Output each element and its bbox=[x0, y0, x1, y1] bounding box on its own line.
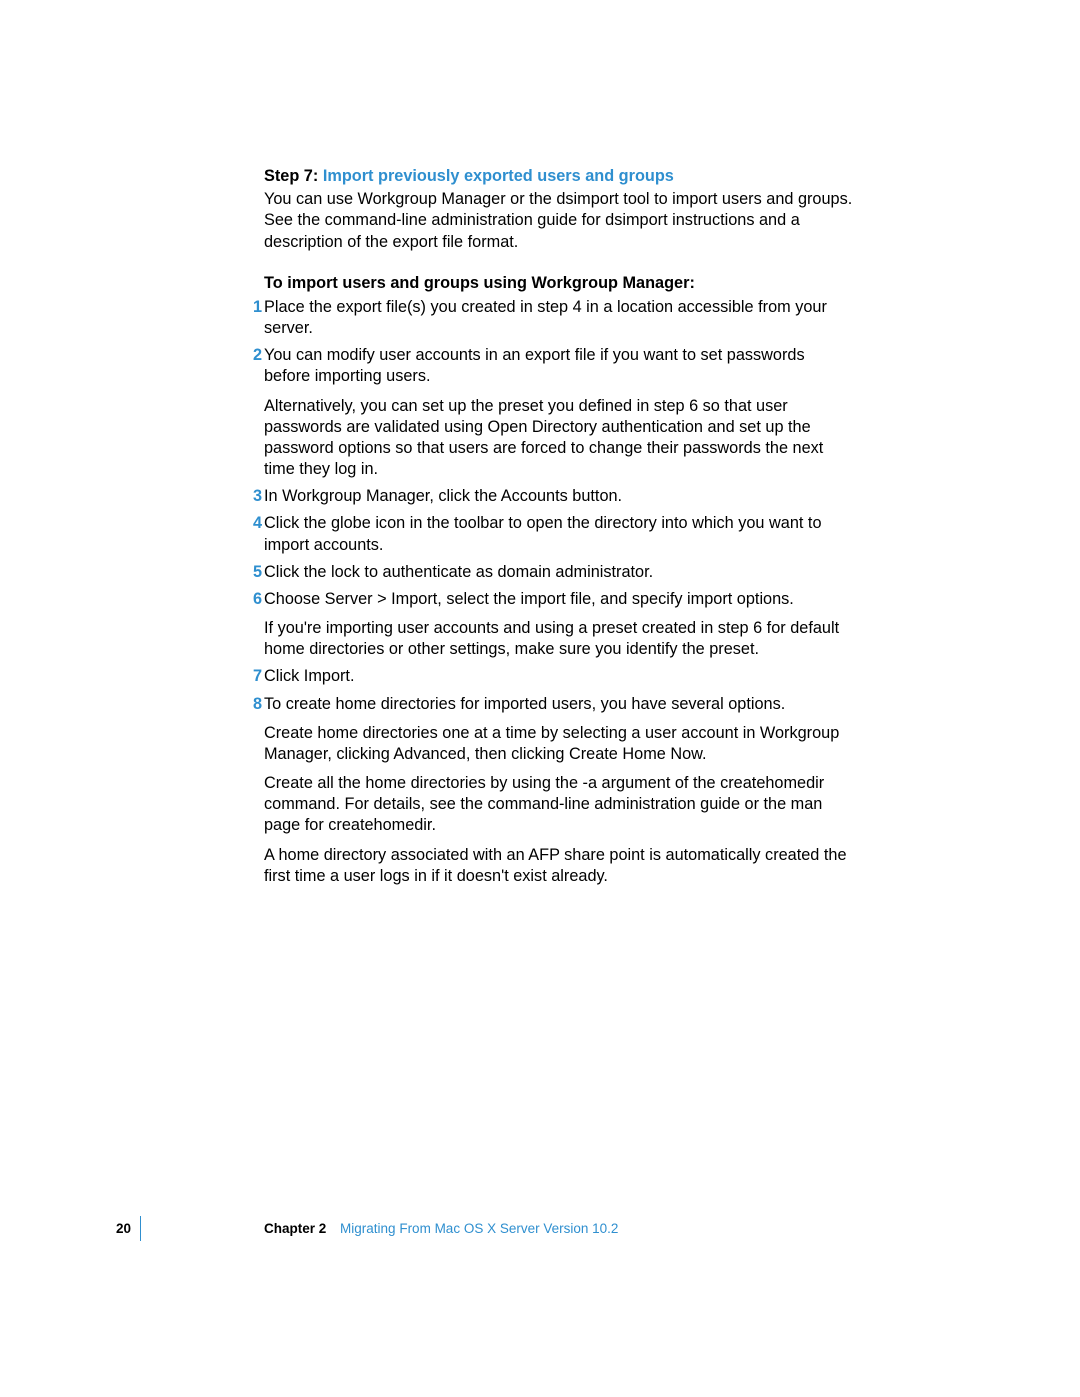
list-item-number: 7 bbox=[248, 666, 262, 687]
list-item-paragraph: To create home directories for imported … bbox=[264, 694, 854, 715]
step-label: Step 7: bbox=[264, 167, 318, 185]
list-item: 2You can modify user accounts in an expo… bbox=[264, 345, 854, 480]
list-item-paragraph: Create all the home directories by using… bbox=[264, 773, 854, 837]
numbered-list: 1Place the export file(s) you created in… bbox=[264, 297, 854, 887]
list-item-paragraph: Alternatively, you can set up the preset… bbox=[264, 396, 854, 481]
list-item-text: Click Import. bbox=[264, 666, 854, 687]
page-number: 20 bbox=[116, 1221, 131, 1236]
list-item-paragraph: Create home directories one at a time by… bbox=[264, 723, 854, 765]
list-item: 1Place the export file(s) you created in… bbox=[264, 297, 854, 339]
list-item: 7Click Import. bbox=[264, 666, 854, 687]
intro-paragraph: You can use Workgroup Manager or the dsi… bbox=[264, 189, 854, 253]
list-item: 4Click the globe icon in the toolbar to … bbox=[264, 513, 854, 555]
list-item-paragraph: You can modify user accounts in an expor… bbox=[264, 345, 854, 387]
footer-rule bbox=[140, 1216, 141, 1241]
list-item-paragraph: In Workgroup Manager, click the Accounts… bbox=[264, 486, 854, 507]
page: Step 7: Import previously exported users… bbox=[0, 0, 1080, 1397]
list-item-paragraph: Click Import. bbox=[264, 666, 854, 687]
sub-heading: To import users and groups using Workgro… bbox=[264, 273, 854, 294]
list-item: 8To create home directories for imported… bbox=[264, 694, 854, 887]
list-item-number: 6 bbox=[248, 589, 262, 610]
list-item-text: In Workgroup Manager, click the Accounts… bbox=[264, 486, 854, 507]
step-title: Import previously exported users and gro… bbox=[323, 167, 674, 185]
list-item-number: 4 bbox=[248, 513, 262, 534]
list-item: 5Click the lock to authenticate as domai… bbox=[264, 562, 854, 583]
step-heading: Step 7: Import previously exported users… bbox=[264, 166, 854, 187]
list-item-text: Click the globe icon in the toolbar to o… bbox=[264, 513, 854, 555]
chapter-title: Migrating From Mac OS X Server Version 1… bbox=[340, 1221, 618, 1236]
list-item-text: Click the lock to authenticate as domain… bbox=[264, 562, 854, 583]
list-item-number: 1 bbox=[248, 297, 262, 318]
list-item-text: Place the export file(s) you created in … bbox=[264, 297, 854, 339]
list-item-paragraph: Click the lock to authenticate as domain… bbox=[264, 562, 854, 583]
list-item: 3In Workgroup Manager, click the Account… bbox=[264, 486, 854, 507]
list-item-number: 5 bbox=[248, 562, 262, 583]
chapter-info: Chapter 2 Migrating From Mac OS X Server… bbox=[264, 1221, 618, 1236]
list-item-paragraph: Click the globe icon in the toolbar to o… bbox=[264, 513, 854, 555]
list-item-paragraph: If you're importing user accounts and us… bbox=[264, 618, 854, 660]
list-item: 6Choose Server > Import, select the impo… bbox=[264, 589, 854, 661]
list-item-paragraph: Choose Server > Import, select the impor… bbox=[264, 589, 854, 610]
list-item-paragraph: A home directory associated with an AFP … bbox=[264, 845, 854, 887]
list-item-number: 2 bbox=[248, 345, 262, 366]
list-item-number: 3 bbox=[248, 486, 262, 507]
list-item-text: You can modify user accounts in an expor… bbox=[264, 345, 854, 480]
body-text: Step 7: Import previously exported users… bbox=[264, 166, 854, 893]
list-item-number: 8 bbox=[248, 694, 262, 715]
list-item-text: Choose Server > Import, select the impor… bbox=[264, 589, 854, 661]
list-item-text: To create home directories for imported … bbox=[264, 694, 854, 887]
list-item-paragraph: Place the export file(s) you created in … bbox=[264, 297, 854, 339]
chapter-label: Chapter 2 bbox=[264, 1221, 326, 1236]
